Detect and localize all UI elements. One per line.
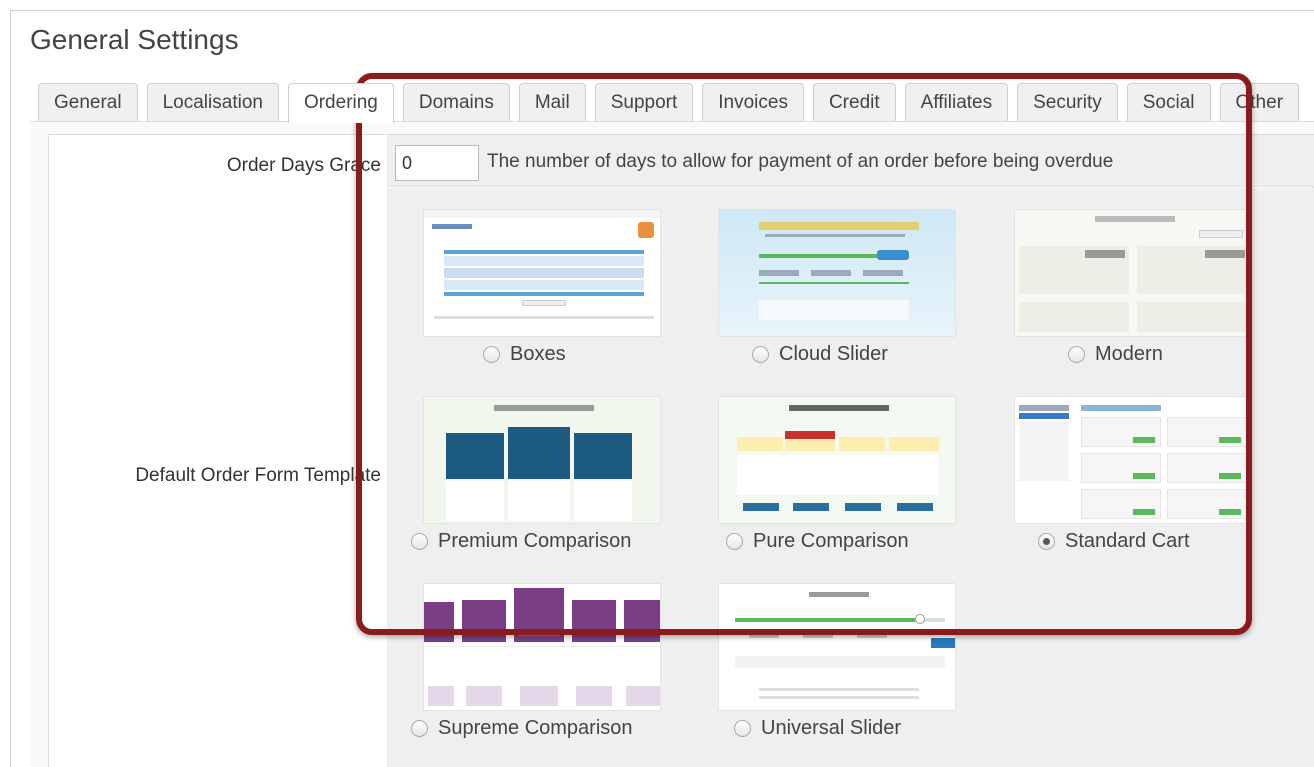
tab-ordering[interactable]: Ordering [287,83,394,123]
radio-cloud-slider[interactable] [752,346,769,363]
template-option-boxes[interactable]: Boxes [423,209,683,366]
template-name-premium-comparison: Premium Comparison [438,530,632,552]
template-option-cloud-slider[interactable]: Cloud Slider [718,209,978,366]
boxes-thumbnail [423,209,661,337]
template-option-universal-slider[interactable]: Universal Slider [718,583,978,740]
tab-other[interactable]: Other [1219,83,1300,121]
template-name-pure-comparison: Pure Comparison [753,530,909,552]
template-name-universal-slider: Universal Slider [761,717,902,739]
tab-support[interactable]: Support [594,83,694,121]
modern-thumbnail [1014,209,1252,337]
radio-standard-cart[interactable] [1038,533,1055,550]
radio-supreme-comparison[interactable] [411,720,428,737]
tab-affiliates[interactable]: Affiliates [904,83,1009,121]
page-title: General Settings [30,24,239,55]
radio-pure-comparison[interactable] [726,533,743,550]
template-option-supreme-comparison[interactable]: Supreme Comparison [411,583,683,740]
tab-invoices[interactable]: Invoices [702,83,804,121]
tab-social[interactable]: Social [1126,83,1211,121]
tab-domains[interactable]: Domains [402,83,510,121]
template-name-supreme-comparison: Supreme Comparison [438,717,633,739]
template-option-premium-comparison[interactable]: Premium Comparison [411,396,683,553]
tab-general[interactable]: General [38,83,138,121]
settings-tabs: General Localisation Ordering Domains Ma… [38,83,1300,123]
template-option-standard-cart[interactable]: Standard Cart [1014,396,1274,553]
order-days-grace-input[interactable] [395,145,479,181]
tab-localisation[interactable]: Localisation [146,83,279,121]
radio-boxes[interactable] [483,346,500,363]
tab-security[interactable]: Security [1017,83,1118,121]
tab-mail[interactable]: Mail [518,83,586,121]
radio-premium-comparison[interactable] [411,533,428,550]
template-name-boxes: Boxes [510,343,566,365]
template-name-modern: Modern [1095,343,1163,365]
order-days-grace-field: The number of days to allow for payment … [387,135,1314,187]
cloud-slider-thumbnail [718,209,956,337]
premium-comparison-thumbnail [423,396,661,524]
radio-modern[interactable] [1068,346,1085,363]
pure-comparison-thumbnail [718,396,956,524]
radio-universal-slider[interactable] [734,720,751,737]
template-option-modern[interactable]: Modern [1014,209,1274,366]
template-option-pure-comparison[interactable]: Pure Comparison [718,396,978,553]
order-days-grace-help: The number of days to allow for payment … [487,151,1114,172]
template-name-cloud-slider: Cloud Slider [779,343,888,365]
tab-credit[interactable]: Credit [812,83,896,121]
universal-slider-thumbnail [718,583,956,711]
default-order-form-label: Default Order Form Template [135,465,381,486]
supreme-comparison-thumbnail [423,583,661,711]
standard-cart-thumbnail [1014,396,1252,524]
template-name-standard-cart: Standard Cart [1065,530,1190,552]
order-days-grace-label: Order Days Grace [226,155,381,176]
